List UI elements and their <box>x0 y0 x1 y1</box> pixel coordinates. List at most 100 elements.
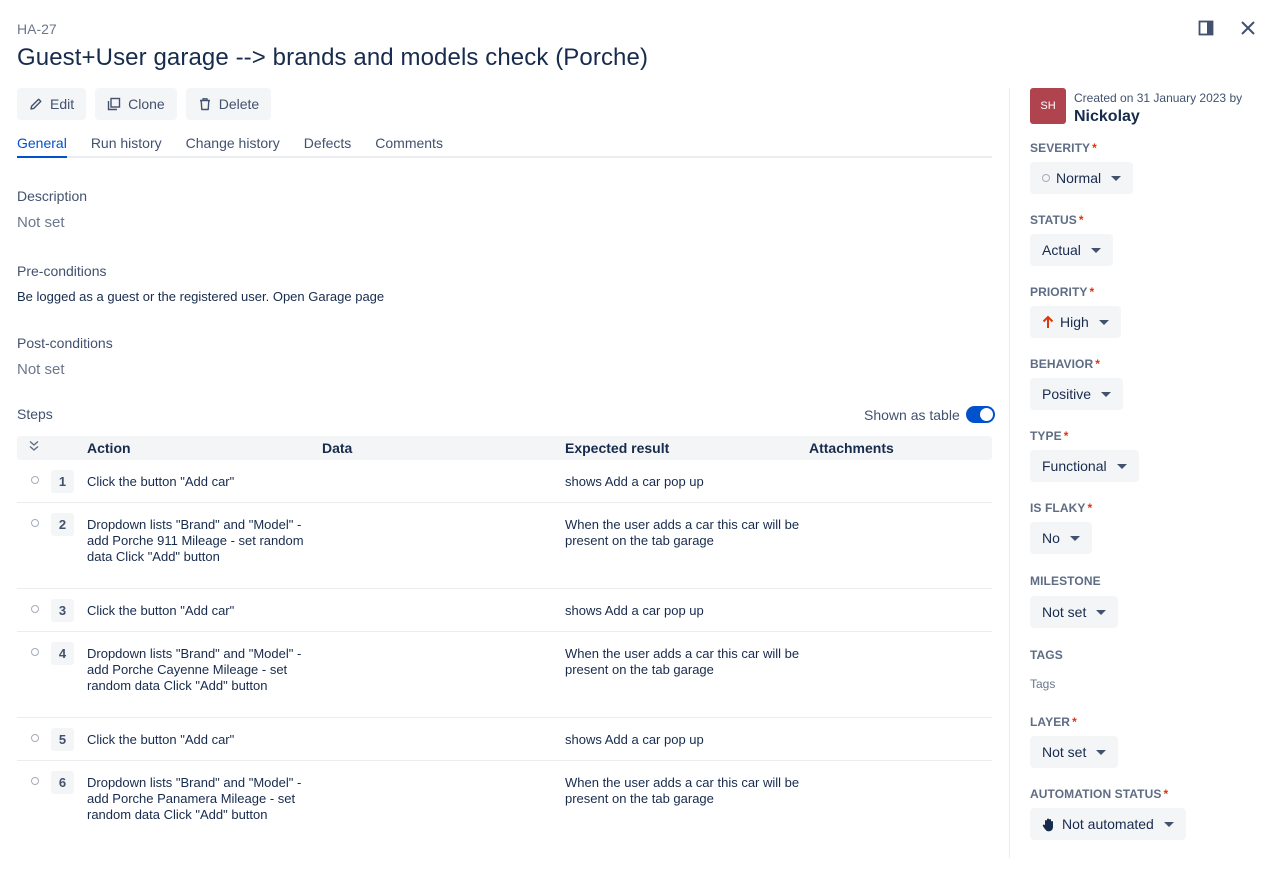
step-select-radio[interactable] <box>31 605 39 613</box>
steps-table-body: 1 Click the button "Add car" shows Add a… <box>17 460 992 847</box>
step-action: Click the button "Add car" <box>87 474 235 489</box>
chevron-down-icon <box>1116 463 1127 469</box>
layer-label: LAYER * <box>1030 715 1077 729</box>
column-expected-result: Expected result <box>565 440 670 456</box>
created-on-text: Created on 31 January 2023 by <box>1074 91 1243 105</box>
delete-button[interactable]: Delete <box>185 88 272 120</box>
issue-key: HA-27 <box>17 21 57 37</box>
column-action: Action <box>87 440 131 456</box>
column-attachments: Attachments <box>809 440 894 456</box>
milestone-value: Not set <box>1042 604 1087 620</box>
tab-bar: General Run history Change history Defec… <box>17 130 992 158</box>
table-row[interactable]: 5 Click the button "Add car" shows Add a… <box>17 718 992 761</box>
table-row[interactable]: 3 Click the button "Add car" shows Add a… <box>17 589 992 632</box>
table-row[interactable]: 2 Dropdown lists "Brand" and "Model" - a… <box>17 503 992 589</box>
priority-label: PRIORITY * <box>1030 285 1095 299</box>
page-title: Guest+User garage --> brands and models … <box>17 44 649 71</box>
steps-table-header: Action Data Expected result Attachments <box>17 436 992 460</box>
status-select[interactable]: Actual <box>1030 234 1113 266</box>
panel-icon[interactable] <box>1194 16 1218 40</box>
severity-normal-icon <box>1042 174 1050 182</box>
layer-select[interactable]: Not set <box>1030 736 1119 768</box>
steps-label: Steps <box>17 406 53 422</box>
step-expected: shows Add a car pop up <box>565 732 704 747</box>
step-action: Click the button "Add car" <box>87 732 235 747</box>
automation-status-label: AUTOMATION STATUS * <box>1030 787 1169 801</box>
step-action: Dropdown lists "Brand" and "Model" - add… <box>87 646 302 693</box>
chevron-down-icon <box>1163 821 1174 827</box>
window-controls <box>1194 16 1260 40</box>
clone-label: Clone <box>128 96 165 112</box>
step-expected: When the user adds a car this car will b… <box>565 517 800 548</box>
status-value: Actual <box>1042 242 1081 258</box>
automation-status-select[interactable]: Not automated <box>1030 808 1186 840</box>
avatar: SH <box>1030 88 1066 124</box>
clone-icon <box>107 97 121 111</box>
delete-label: Delete <box>218 96 260 112</box>
step-select-radio[interactable] <box>31 648 39 656</box>
step-expected: shows Add a car pop up <box>565 603 704 618</box>
table-row[interactable]: 1 Click the button "Add car" shows Add a… <box>17 460 992 503</box>
is-flaky-label: IS FLAKY * <box>1030 501 1093 515</box>
shown-as-table: Shown as table <box>864 406 995 423</box>
step-number: 3 <box>51 599 74 622</box>
milestone-label: MILESTONE <box>1030 574 1101 588</box>
sidebar-divider <box>1009 88 1010 858</box>
is-flaky-value: No <box>1042 530 1060 546</box>
layer-value: Not set <box>1042 744 1087 760</box>
severity-select[interactable]: Normal <box>1030 162 1134 194</box>
behavior-select[interactable]: Positive <box>1030 378 1124 410</box>
collapse-icon[interactable] <box>27 439 41 456</box>
step-number: 2 <box>51 513 74 536</box>
milestone-select[interactable]: Not set <box>1030 596 1119 628</box>
description-label: Description <box>17 188 88 204</box>
step-select-radio[interactable] <box>31 734 39 742</box>
chevron-down-icon <box>1101 391 1112 397</box>
priority-select[interactable]: High <box>1030 306 1121 338</box>
creator-name[interactable]: Nickolay <box>1074 108 1242 126</box>
tab-general[interactable]: General <box>17 130 67 158</box>
preconditions-label: Pre-conditions <box>17 263 107 279</box>
hand-icon <box>1042 818 1053 831</box>
tab-comments[interactable]: Comments <box>375 130 443 158</box>
clone-button[interactable]: Clone <box>95 88 177 120</box>
arrow-up-icon <box>1042 315 1054 328</box>
chevron-down-icon <box>1096 609 1107 615</box>
table-row[interactable]: 4 Dropdown lists "Brand" and "Model" - a… <box>17 632 992 718</box>
chevron-down-icon <box>1069 535 1080 541</box>
creator-info: SH Created on 31 January 2023 by Nickola… <box>1030 88 1242 126</box>
trash-icon <box>199 98 210 111</box>
step-action: Dropdown lists "Brand" and "Model" - add… <box>87 775 302 822</box>
step-number: 6 <box>51 771 74 794</box>
tab-change-history[interactable]: Change history <box>186 130 280 158</box>
step-select-radio[interactable] <box>31 476 39 484</box>
postconditions-label: Post-conditions <box>17 335 113 351</box>
is-flaky-select[interactable]: No <box>1030 522 1092 554</box>
close-icon[interactable] <box>1236 16 1260 40</box>
behavior-value: Positive <box>1042 386 1092 402</box>
step-select-radio[interactable] <box>31 777 39 785</box>
chevron-down-icon <box>1111 175 1122 181</box>
postconditions-value[interactable]: Not set <box>17 361 65 378</box>
type-label: TYPE * <box>1030 429 1069 443</box>
priority-value: High <box>1060 314 1089 330</box>
automation-status-value: Not automated <box>1062 816 1154 832</box>
severity-label: SEVERITY * <box>1030 141 1097 155</box>
step-action: Click the button "Add car" <box>87 603 235 618</box>
step-expected: When the user adds a car this car will b… <box>565 775 800 806</box>
step-number: 4 <box>51 642 74 665</box>
table-view-toggle[interactable] <box>965 406 995 423</box>
edit-button[interactable]: Edit <box>17 88 87 120</box>
preconditions-value[interactable]: Be logged as a guest or the registered u… <box>17 289 384 304</box>
behavior-label: BEHAVIOR * <box>1030 357 1101 371</box>
tab-defects[interactable]: Defects <box>304 130 351 158</box>
tags-input[interactable]: Tags <box>1030 677 1055 691</box>
tab-run-history[interactable]: Run history <box>91 130 162 158</box>
description-value[interactable]: Not set <box>17 214 65 231</box>
type-select[interactable]: Functional <box>1030 450 1139 482</box>
table-row[interactable]: 6 Dropdown lists "Brand" and "Model" - a… <box>17 761 992 847</box>
shown-as-table-label: Shown as table <box>864 406 960 423</box>
step-select-radio[interactable] <box>31 519 39 527</box>
chevron-down-icon <box>1096 749 1107 755</box>
chevron-down-icon <box>1090 247 1101 253</box>
